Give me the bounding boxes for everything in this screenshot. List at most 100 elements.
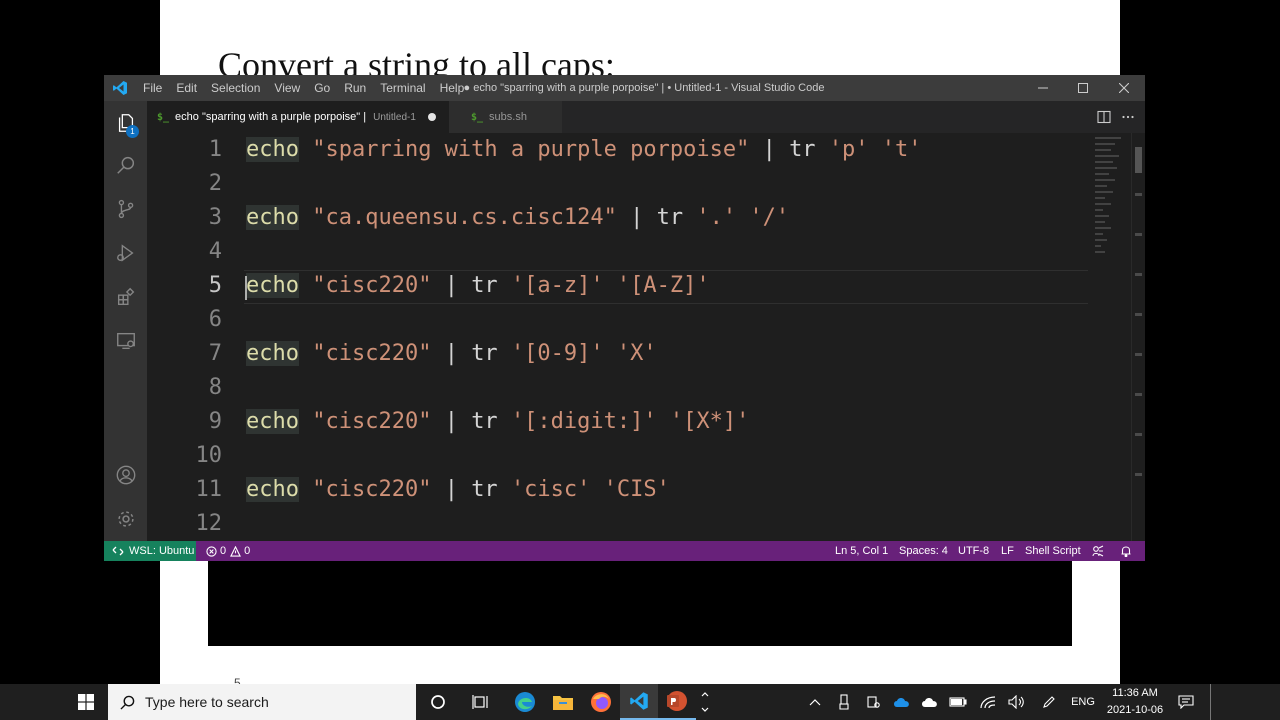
unsaved-dot-icon[interactable] xyxy=(427,113,436,121)
cortana-button[interactable] xyxy=(419,684,457,720)
close-window-button[interactable] xyxy=(1103,75,1145,101)
usb-icon xyxy=(839,694,849,710)
remote-icon xyxy=(112,546,124,556)
line-code: echo "cisc220" | tr '[0-9]' 'X' xyxy=(246,337,657,371)
tab-label: subs.sh xyxy=(489,111,527,123)
remote-indicator[interactable]: WSL: Ubuntu xyxy=(104,541,196,561)
menu-selection[interactable]: Selection xyxy=(204,75,267,101)
tab-subs-sh[interactable]: $_ subs.sh xyxy=(449,101,562,133)
action-center-button[interactable] xyxy=(1174,684,1198,720)
cursor-position[interactable]: Ln 5, Col 1 xyxy=(835,541,888,561)
menu-edit[interactable]: Edit xyxy=(169,75,204,101)
line-number: 3 xyxy=(208,205,222,230)
pipe-token: | tr xyxy=(431,409,511,434)
string-token: '[:digit:]' '[X*]' xyxy=(510,409,750,434)
pipe-token: | tr xyxy=(616,205,697,230)
menu-view[interactable]: View xyxy=(267,75,307,101)
feedback-icon xyxy=(1092,545,1104,557)
tray-app[interactable] xyxy=(862,684,884,720)
show-hidden-icons[interactable] xyxy=(806,684,824,720)
minimap[interactable] xyxy=(1091,133,1131,541)
speaker-icon xyxy=(1008,695,1024,709)
text-cursor xyxy=(245,276,247,300)
line-number: 6 xyxy=(208,307,222,332)
feedback-button[interactable] xyxy=(1092,545,1104,557)
task-view-button[interactable] xyxy=(462,684,500,720)
firefox-taskbar-button[interactable] xyxy=(582,684,620,720)
code-line[interactable]: 8 xyxy=(147,371,1087,405)
split-editor-icon[interactable] xyxy=(1097,110,1111,124)
end-of-line[interactable]: LF xyxy=(1001,541,1014,561)
taskbar-scroll[interactable] xyxy=(696,684,714,720)
explorer-button[interactable]: 1 xyxy=(104,105,147,141)
minimize-button[interactable] xyxy=(1022,75,1064,101)
shell-file-icon: $_ xyxy=(157,111,170,123)
accounts-button[interactable] xyxy=(104,457,147,493)
windows-taskbar: Type here to search ENG 11:36 AM 2021-10… xyxy=(0,684,1280,720)
remote-explorer-button[interactable] xyxy=(104,323,147,359)
maximize-button[interactable] xyxy=(1062,75,1104,101)
clock[interactable]: 11:36 AM 2021-10-06 xyxy=(1100,684,1170,720)
tray-onedrive-business[interactable] xyxy=(890,684,914,720)
code-line[interactable]: 5 echo "cisc220" | tr '[a-z]' '[A-Z]' xyxy=(147,269,1087,303)
powerpoint-taskbar-button[interactable] xyxy=(658,684,696,720)
menu-run[interactable]: Run xyxy=(337,75,373,101)
search-view-button[interactable] xyxy=(104,147,147,183)
code-editor[interactable]: 1 echo "sparring with a purple porpoise"… xyxy=(147,133,1145,541)
taskbar-search-box[interactable]: Type here to search xyxy=(108,684,416,720)
vscode-taskbar-button[interactable] xyxy=(620,684,658,720)
line-number: 9 xyxy=(208,409,222,434)
code-line[interactable]: 1 echo "sparring with a purple porpoise"… xyxy=(147,133,1087,167)
pipe-token: | tr xyxy=(431,273,511,298)
string-token: "cisc220" xyxy=(312,341,432,366)
encoding[interactable]: UTF-8 xyxy=(958,541,989,561)
account-icon xyxy=(116,465,135,485)
folder-icon xyxy=(553,696,573,710)
code-line[interactable]: 4 xyxy=(147,235,1087,269)
tray-pen[interactable] xyxy=(1038,684,1060,720)
line-number: 2 xyxy=(208,171,222,196)
gear-icon xyxy=(117,511,134,527)
notifications-button[interactable] xyxy=(1120,545,1132,558)
keyword-token: echo xyxy=(246,409,299,434)
problems-indicator[interactable]: 0 0 xyxy=(206,541,250,561)
more-actions-icon[interactable] xyxy=(1121,110,1135,124)
file-explorer-taskbar-button[interactable] xyxy=(544,684,582,720)
language-mode[interactable]: Shell Script xyxy=(1025,541,1081,561)
code-line[interactable]: 10 xyxy=(147,439,1087,473)
edge-taskbar-button[interactable] xyxy=(506,684,544,720)
run-debug-button[interactable] xyxy=(104,235,147,271)
line-number: 12 xyxy=(195,511,223,536)
line-code: echo "cisc220" | tr '[:digit:]' '[X*]' xyxy=(246,405,749,439)
start-button[interactable] xyxy=(66,684,106,720)
tab-untitled-1[interactable]: $_ echo "sparring with a purple porpoise… xyxy=(147,101,449,133)
manage-button[interactable] xyxy=(104,501,147,537)
close-icon xyxy=(1119,83,1129,93)
indentation[interactable]: Spaces: 4 xyxy=(899,541,948,561)
slide-black-box xyxy=(208,560,1072,646)
window-title: ● echo "sparring with a purple porpoise"… xyxy=(463,82,825,94)
code-line[interactable]: 11 echo "cisc220" | tr 'cisc' 'CIS' xyxy=(147,473,1087,507)
tray-volume[interactable] xyxy=(1005,684,1029,720)
show-desktop-button[interactable] xyxy=(1210,684,1213,720)
scrollbar-thumb[interactable] xyxy=(1135,147,1142,173)
input-language[interactable]: ENG xyxy=(1066,684,1100,720)
code-line[interactable]: 3 echo "ca.queensu.cs.cisc124" | tr '.' … xyxy=(147,201,1087,235)
extensions-button[interactable] xyxy=(104,279,147,315)
tray-network[interactable] xyxy=(976,684,1000,720)
code-line[interactable]: 7 echo "cisc220" | tr '[0-9]' 'X' xyxy=(147,337,1087,371)
tray-onedrive[interactable] xyxy=(918,684,942,720)
explorer-badge: 1 xyxy=(126,125,139,138)
string-token: '[0-9]' 'X' xyxy=(510,341,657,366)
vertical-scrollbar[interactable] xyxy=(1131,133,1145,541)
menu-go[interactable]: Go xyxy=(307,75,337,101)
code-line[interactable]: 6 xyxy=(147,303,1087,337)
tray-usb[interactable] xyxy=(834,684,854,720)
code-line[interactable]: 2 xyxy=(147,167,1087,201)
code-line[interactable]: 9 echo "cisc220" | tr '[:digit:]' '[X*]' xyxy=(147,405,1087,439)
code-line[interactable]: 12 xyxy=(147,507,1087,541)
extensions-icon xyxy=(117,287,134,306)
source-control-button[interactable] xyxy=(104,191,147,227)
menu-file[interactable]: File xyxy=(136,75,169,101)
tray-battery[interactable] xyxy=(946,684,970,720)
